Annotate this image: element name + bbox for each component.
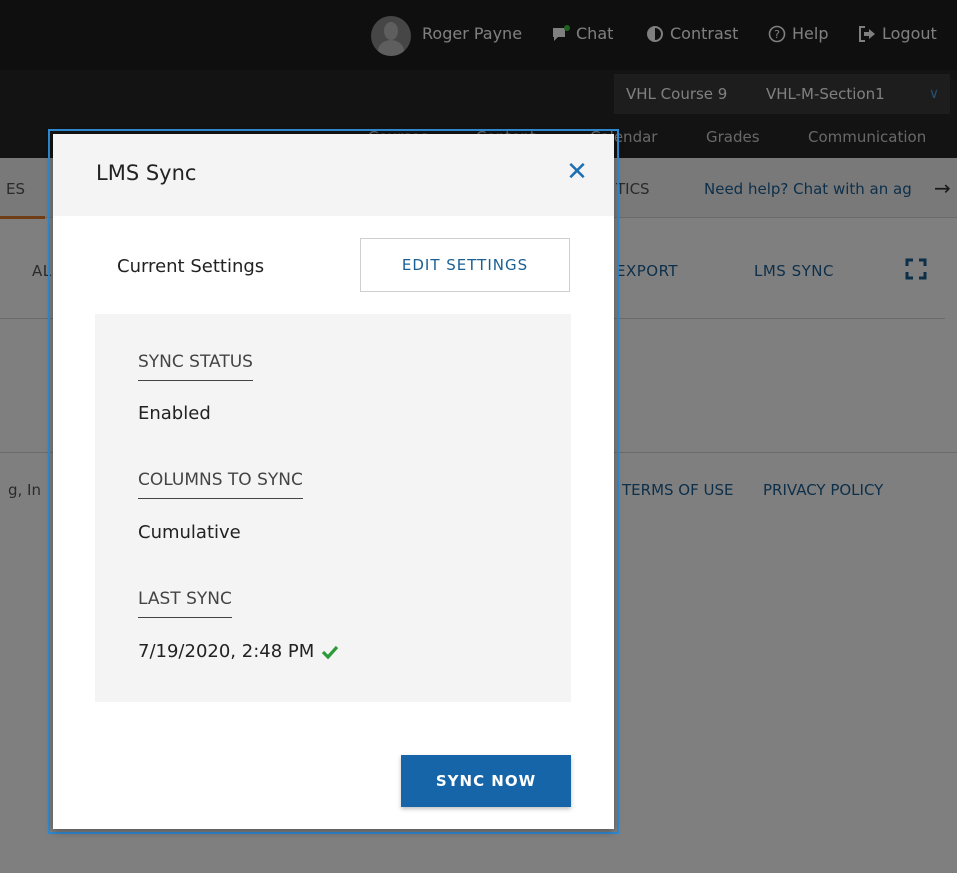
edit-settings-button[interactable]: EDIT SETTINGS — [360, 238, 570, 292]
lms-sync-dialog: LMS Sync ✕ Current Settings EDIT SETTING… — [53, 134, 614, 829]
columns-to-sync-label: COLUMNS TO SYNC — [138, 470, 303, 499]
last-sync-label: LAST SYNC — [138, 589, 232, 618]
sync-status-label: SYNC STATUS — [138, 352, 253, 381]
last-sync-value: 7/19/2020, 2:48 PM — [138, 641, 315, 662]
sync-now-button[interactable]: SYNC NOW — [401, 755, 571, 807]
dialog-title: LMS Sync — [96, 161, 197, 185]
checkmark-icon — [322, 645, 339, 659]
sync-status-panel: SYNC STATUS Enabled COLUMNS TO SYNC Cumu… — [95, 314, 571, 702]
current-settings-label: Current Settings — [117, 256, 265, 277]
last-sync-row: 7/19/2020, 2:48 PM — [138, 641, 340, 662]
dialog-header: LMS Sync ✕ — [53, 134, 614, 216]
sync-status-value: Enabled — [138, 403, 211, 424]
columns-to-sync-value: Cumulative — [138, 522, 241, 543]
close-icon[interactable]: ✕ — [563, 154, 591, 190]
